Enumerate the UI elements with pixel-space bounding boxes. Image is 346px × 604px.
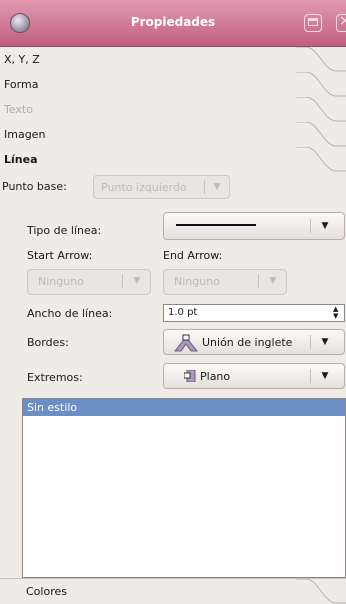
dropdown-separator <box>310 219 311 233</box>
tab-label: Imagen <box>4 128 46 141</box>
start-arrow-value: Ninguno <box>38 275 84 288</box>
edges-value: Unión de inglete <box>202 336 293 349</box>
tab-colores[interactable]: Colores <box>0 578 346 604</box>
window-title: Propiedades <box>130 15 216 29</box>
end-arrow-label: End Arrow: <box>163 249 223 262</box>
title-bar: Propiedades <box>0 0 346 47</box>
dropdown-arrow-icon: ▼ <box>133 276 141 286</box>
list-item-selected[interactable]: Sin estilo <box>23 399 345 416</box>
line-width-spinner[interactable]: 1.0 pt ▲ ▼ <box>163 304 345 322</box>
tab-curve <box>296 97 346 122</box>
caps-label: Extremos: <box>27 371 83 384</box>
dropdown-arrow-icon: ▼ <box>321 371 329 381</box>
tab-texto: Texto <box>0 97 346 123</box>
dropdown-separator <box>310 335 311 349</box>
edges-label: Bordes: <box>27 336 69 349</box>
tab-label: X, Y, Z <box>4 53 40 66</box>
end-arrow-value: Ninguno <box>174 275 220 288</box>
caps-value: Plano <box>200 370 231 383</box>
dropdown-separator <box>122 274 123 288</box>
dropdown-arrow-icon: ▼ <box>321 221 329 231</box>
line-width-value: 1.0 pt <box>168 307 198 318</box>
dropdown-arrow-icon: ▼ <box>321 337 329 347</box>
tab-curve <box>296 47 346 72</box>
tab-curve <box>296 579 346 604</box>
spin-arrows-icon[interactable]: ▲ ▼ <box>333 306 341 320</box>
base-point-value: Punto izquierdo <box>101 181 187 194</box>
close-icon[interactable] <box>336 13 346 32</box>
tab-curve <box>296 122 346 147</box>
tab-xyz[interactable]: X, Y, Z <box>0 47 346 73</box>
tab-forma[interactable]: Forma <box>0 72 346 98</box>
dropdown-separator <box>258 274 259 288</box>
base-point-label: Punto base: <box>2 180 67 193</box>
style-list[interactable]: Sin estilo <box>22 398 346 578</box>
list-item-label: Sin estilo <box>27 401 78 414</box>
end-arrow-select: Ninguno ▼ <box>163 269 287 295</box>
tab-curve <box>296 147 346 172</box>
tab-label: Colores <box>26 585 67 598</box>
tab-label: Línea <box>4 153 38 166</box>
dropdown-separator <box>310 369 311 383</box>
tab-label: Texto <box>4 103 33 116</box>
line-width-label: Ancho de línea: <box>27 307 113 320</box>
start-arrow-select: Ninguno ▼ <box>27 269 151 295</box>
start-arrow-label: Start Arrow: <box>27 249 93 262</box>
tab-label: Forma <box>4 78 39 91</box>
tab-imagen[interactable]: Imagen <box>0 122 346 148</box>
line-type-select[interactable]: ▼ <box>163 212 345 240</box>
line-style-preview <box>176 224 256 226</box>
line-type-label: Tipo de línea: <box>27 224 102 237</box>
tab-linea[interactable]: Línea <box>0 147 346 172</box>
base-point-select: Punto izquierdo ▼ <box>93 175 230 199</box>
flat-cap-icon <box>184 370 196 382</box>
edges-select[interactable]: Unión de inglete ▼ <box>163 329 345 355</box>
caps-select[interactable]: Plano ▼ <box>163 363 345 389</box>
miter-join-icon <box>173 334 199 352</box>
dropdown-arrow-icon: ▼ <box>269 276 277 286</box>
tab-curve <box>296 72 346 97</box>
dropdown-separator <box>204 180 205 194</box>
maximize-icon[interactable] <box>304 14 322 32</box>
dropdown-arrow-icon: ▼ <box>213 182 221 192</box>
